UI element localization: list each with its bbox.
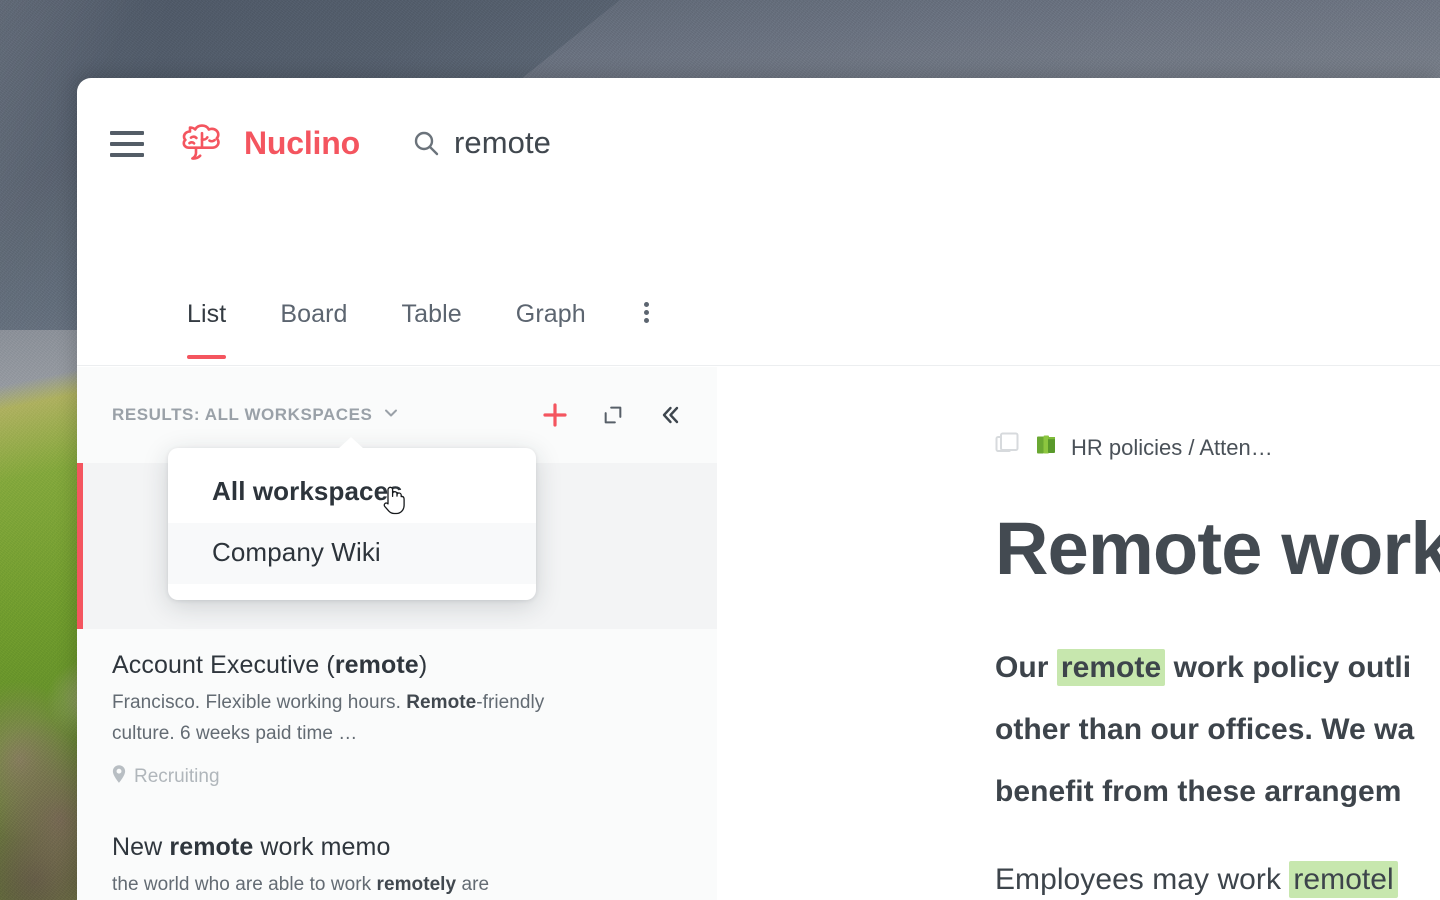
- location-label: Recruiting: [134, 766, 220, 788]
- snippet-pre: Francisco. Flexible working hours.: [112, 691, 407, 713]
- result-title-post: work memo: [253, 833, 391, 862]
- nuclino-app-window: Nuclino List Board Table Graph RESU: [77, 78, 1440, 900]
- text-run: Our: [995, 651, 1057, 684]
- view-tabs: List Board Table Graph: [77, 296, 1440, 366]
- result-location: Recruiting: [112, 765, 677, 789]
- chevron-down-icon: [382, 404, 400, 427]
- tab-graph[interactable]: Graph: [516, 296, 586, 359]
- page-title: Remote work: [995, 507, 1440, 590]
- text-run: Employees may work: [995, 862, 1290, 896]
- menu-item-all-workspaces[interactable]: All workspaces: [168, 462, 536, 523]
- result-snippet: the world who are able to work remotely …: [112, 870, 582, 900]
- search-box[interactable]: [412, 125, 854, 161]
- nuclino-logo[interactable]: Nuclino: [180, 121, 360, 165]
- breadcrumb[interactable]: HR policies / Atten…: [995, 432, 1440, 464]
- document-preview-panel: HR policies / Atten… Remote work Our rem…: [717, 367, 1440, 900]
- brand-name: Nuclino: [244, 124, 360, 161]
- tab-board[interactable]: Board: [280, 296, 347, 359]
- result-snippet: Francisco. Flexible working hours. Remot…: [112, 688, 562, 750]
- workspace-filter-label: RESULTS: ALL WORKSPACES: [112, 405, 373, 424]
- result-title-match: remote: [334, 651, 419, 679]
- search-highlight: remotel: [1289, 860, 1398, 898]
- result-title: Account Executive (remote): [112, 649, 677, 683]
- result-title: New remote work memo: [112, 831, 677, 865]
- hamburger-line: [110, 142, 144, 146]
- snippet-match: Remote: [406, 691, 477, 713]
- dot: [643, 310, 649, 315]
- text-run: other than our offices. We wa: [995, 712, 1415, 746]
- more-vertical-icon[interactable]: [643, 302, 649, 323]
- result-title-pre: New: [112, 833, 170, 862]
- location-pin-icon: [112, 765, 126, 789]
- results-actions: [542, 402, 682, 428]
- document-paragraph: benefit from these arrangem: [995, 763, 1440, 821]
- document-paragraph: Our remote work policy outli: [995, 639, 1440, 697]
- result-title-post: ): [418, 651, 428, 679]
- tab-table[interactable]: Table: [402, 296, 462, 359]
- search-input[interactable]: [453, 125, 854, 161]
- dot: [643, 318, 649, 323]
- expand-button[interactable]: [602, 404, 624, 426]
- table-row[interactable]: Account Executive (remote) Francisco. Fl…: [77, 629, 717, 809]
- menu-item-company-wiki[interactable]: Company Wiki: [168, 523, 536, 584]
- snippet-match: remotely: [376, 874, 457, 896]
- result-title-match: remote: [169, 833, 254, 862]
- top-bar: Nuclino: [77, 78, 1440, 220]
- text-run: work policy outli: [1165, 651, 1412, 684]
- tab-list[interactable]: List: [187, 296, 227, 359]
- search-icon: [412, 129, 440, 157]
- breadcrumb-path: HR policies / Atten…: [1071, 435, 1273, 460]
- brain-speech-bubble-icon: [180, 121, 236, 165]
- green-books-icon: [1035, 434, 1057, 462]
- workspace-filter-dropdown[interactable]: RESULTS: ALL WORKSPACES: [112, 404, 400, 427]
- workspace-filter-menu: All workspaces Company Wiki: [168, 437, 536, 600]
- table-row[interactable]: New remote work memo the world who are a…: [77, 809, 717, 900]
- hamburger-line: [110, 153, 144, 157]
- hamburger-menu-icon[interactable]: [110, 131, 144, 157]
- add-item-button[interactable]: [542, 402, 568, 428]
- result-title-pre: Account Executive (: [112, 651, 335, 679]
- document-paragraph: Employees may work remotel: [995, 851, 1440, 900]
- text-run: benefit from these arrangem: [995, 774, 1402, 808]
- document-paragraph: other than our offices. We wa: [995, 701, 1440, 759]
- snippet-pre: the world who are able to work: [112, 874, 377, 896]
- hamburger-line: [110, 131, 144, 135]
- search-results-panel: RESULTS: ALL WORKSPACES Account Executiv…: [77, 367, 717, 900]
- dot: [643, 302, 649, 307]
- collapse-sidebar-button[interactable]: [658, 403, 682, 427]
- search-highlight: remote: [1056, 649, 1166, 686]
- stacked-squares-icon: [995, 432, 1021, 464]
